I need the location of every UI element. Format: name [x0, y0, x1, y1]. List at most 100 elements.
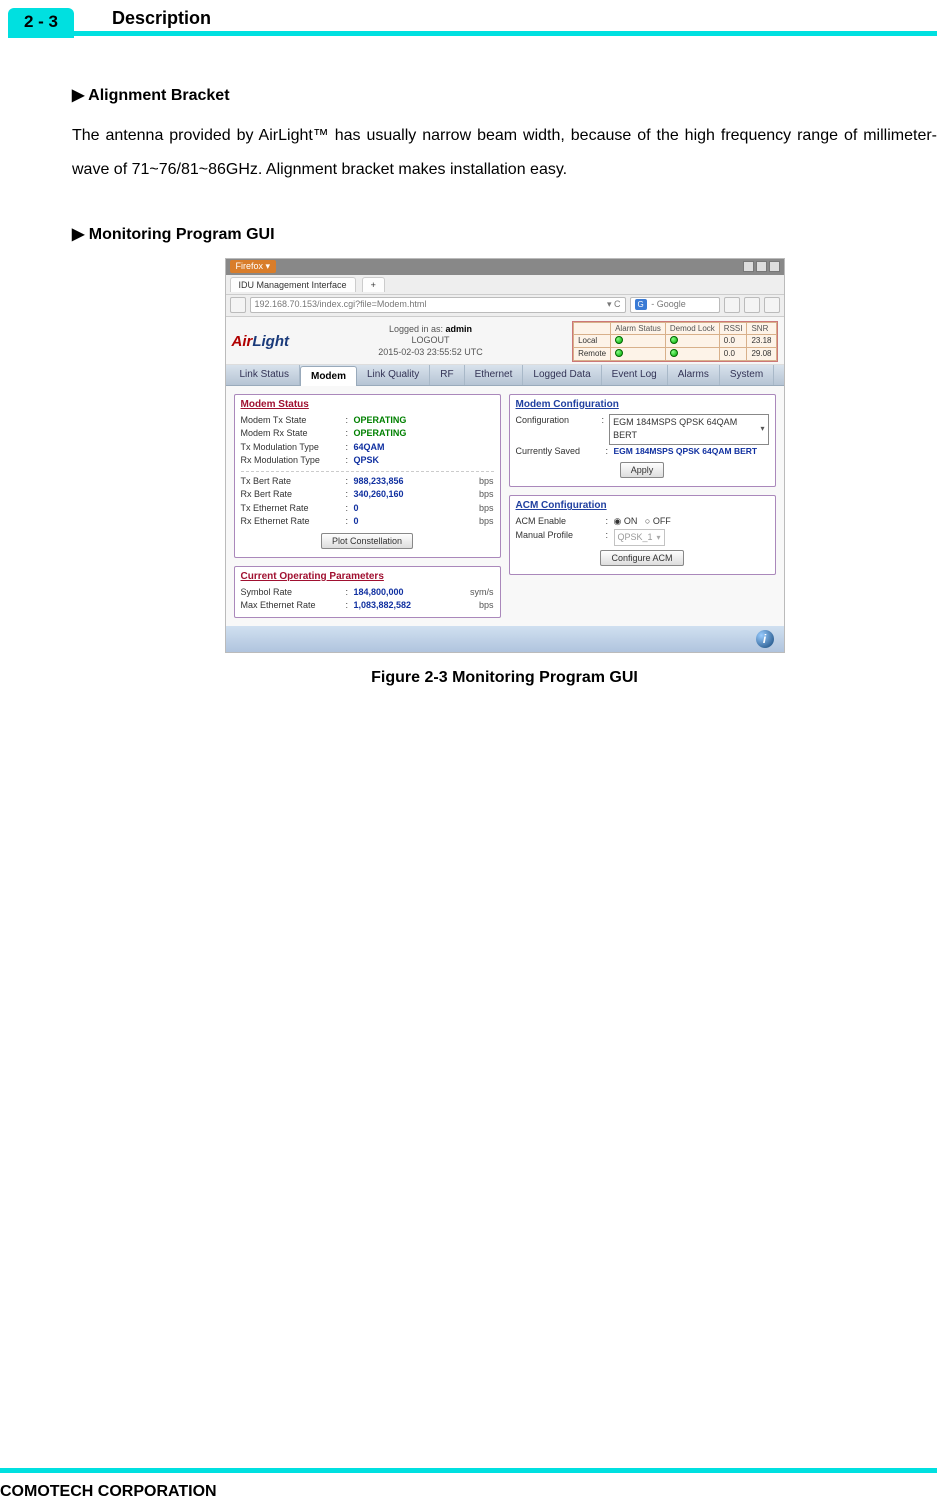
kv-val: OPERATING	[354, 414, 494, 428]
bottom-rule	[0, 1468, 937, 1473]
modem-config-title: Modem Configuration	[516, 399, 769, 410]
current-params-title: Current Operating Parameters	[241, 571, 494, 582]
kv-val: 0	[354, 515, 475, 529]
page-content: ▶ Alignment Bracket The antenna provided…	[72, 85, 937, 687]
kv-key: Rx Bert Rate	[241, 488, 346, 502]
status-hdr-rssi: RSSI	[719, 322, 747, 334]
logo-air: Air	[232, 333, 253, 350]
panels-row: Modem Status Modem Tx State:OPERATING Mo…	[226, 386, 784, 626]
plot-constellation-button[interactable]: Plot Constellation	[321, 533, 413, 549]
status-remote-rssi: 0.0	[719, 347, 747, 360]
kv-key: Tx Bert Rate	[241, 475, 346, 489]
status-remote-snr: 29.08	[747, 347, 776, 360]
status-hdr-blank	[574, 322, 611, 334]
kv-key: Symbol Rate	[241, 586, 346, 600]
profile-select[interactable]: QPSK_1	[614, 529, 665, 547]
kv-unit: bps	[479, 475, 494, 489]
kv-key: Rx Ethernet Rate	[241, 515, 346, 529]
login-info: Logged in as: admin LOGOUT 2015-02-03 23…	[297, 324, 564, 359]
status-dot-icon	[615, 349, 623, 357]
browser-tab[interactable]: IDU Management Interface	[230, 277, 356, 292]
gui-screenshot: Firefox ▾ IDU Management Interface + 192…	[225, 258, 785, 653]
download-icon[interactable]	[724, 297, 740, 313]
tab-modem[interactable]: Modem	[300, 366, 357, 386]
tab-event-log[interactable]: Event Log	[602, 365, 668, 385]
acm-config-title: ACM Configuration	[516, 500, 769, 511]
kv-val: OPERATING	[354, 427, 494, 441]
window-close-icon[interactable]	[769, 261, 780, 272]
modem-status-title: Modem Status	[241, 399, 494, 410]
nav-tabs: Link Status Modem Link Quality RF Ethern…	[226, 365, 784, 386]
kv-val: 988,233,856	[354, 475, 475, 489]
url-bar: 192.168.70.153/index.cgi?file=Modem.html…	[226, 295, 784, 317]
search-placeholder: - Google	[649, 299, 686, 309]
alignment-paragraph: The antenna provided by AirLight™ has us…	[72, 119, 937, 188]
logged-in-label: Logged in as:	[389, 324, 446, 334]
kv-key: Modem Tx State	[241, 414, 346, 428]
status-remote-label: Remote	[574, 347, 611, 360]
tab-ethernet[interactable]: Ethernet	[465, 365, 524, 385]
config-select[interactable]: EGM 184MSPS QPSK 64QAM BERT	[609, 414, 768, 445]
status-dot-icon	[615, 336, 623, 344]
kv-val: 184,800,000	[354, 586, 467, 600]
google-icon: G	[635, 299, 647, 310]
acm-off-radio[interactable]: ○ OFF	[645, 516, 671, 526]
status-local-snr: 23.18	[747, 334, 776, 347]
modem-config-panel: Modem Configuration Configuration: EGM 1…	[509, 394, 776, 488]
kv-key: Rx Modulation Type	[241, 454, 346, 468]
status-dot-icon	[670, 336, 678, 344]
saved-value: EGM 184MSPS QPSK 64QAM BERT	[614, 445, 769, 459]
kv-val: 64QAM	[354, 441, 494, 455]
app-header: AirLight Logged in as: admin LOGOUT 2015…	[226, 317, 784, 365]
browser-tabbar: IDU Management Interface +	[226, 275, 784, 295]
configure-acm-button[interactable]: Configure ACM	[600, 550, 683, 566]
bookmark-icon[interactable]	[764, 297, 780, 313]
figure-caption: Figure 2-3 Monitoring Program GUI	[72, 669, 937, 687]
kv-key: Tx Modulation Type	[241, 441, 346, 455]
status-local-rssi: 0.0	[719, 334, 747, 347]
status-box: Alarm Status Demod Lock RSSI SNR Local 0…	[572, 321, 777, 362]
kv-key: Tx Ethernet Rate	[241, 502, 346, 516]
figure-wrapper: Firefox ▾ IDU Management Interface + 192…	[72, 258, 937, 687]
window-maximize-icon[interactable]	[756, 261, 767, 272]
back-button[interactable]	[230, 297, 246, 313]
tab-link-quality[interactable]: Link Quality	[357, 365, 430, 385]
apply-button[interactable]: Apply	[620, 462, 665, 478]
kv-unit: bps	[479, 599, 494, 613]
status-dot-icon	[670, 349, 678, 357]
current-params-panel: Current Operating Parameters Symbol Rate…	[234, 566, 501, 618]
kv-unit: bps	[479, 488, 494, 502]
alignment-heading: ▶ Alignment Bracket	[72, 85, 937, 105]
acm-enable-label: ACM Enable	[516, 515, 606, 529]
tab-alarms[interactable]: Alarms	[668, 365, 720, 385]
acm-on-radio[interactable]: ◉ ON	[614, 516, 638, 526]
acm-config-panel: ACM Configuration ACM Enable: ◉ ON ○ OFF…	[509, 495, 776, 575]
firefox-menu-button[interactable]: Firefox ▾	[230, 260, 277, 273]
logged-in-user: admin	[446, 324, 473, 334]
kv-val: 0	[354, 502, 475, 516]
info-icon[interactable]: i	[756, 630, 774, 648]
config-label: Configuration	[516, 414, 602, 445]
gui-footer: i	[226, 626, 784, 652]
url-suffix: ▾ C	[607, 299, 621, 310]
logo-light: Light	[252, 333, 289, 350]
new-tab-button[interactable]: +	[362, 277, 385, 292]
timestamp: 2015-02-03 23:55:52 UTC	[378, 347, 483, 357]
logout-link[interactable]: LOGOUT	[412, 335, 450, 345]
browser-titlebar: Firefox ▾	[226, 259, 784, 275]
tab-logged-data[interactable]: Logged Data	[523, 365, 601, 385]
tab-system[interactable]: System	[720, 365, 774, 385]
kv-val: 1,083,882,582	[354, 599, 475, 613]
kv-key: Modem Rx State	[241, 427, 346, 441]
kv-unit: bps	[479, 515, 494, 529]
search-input[interactable]: G - Google	[630, 297, 720, 313]
home-icon[interactable]	[744, 297, 760, 313]
monitoring-heading: ▶ Monitoring Program GUI	[72, 224, 937, 244]
url-text: 192.168.70.153/index.cgi?file=Modem.html	[255, 299, 427, 309]
kv-val: QPSK	[354, 454, 494, 468]
tab-link-status[interactable]: Link Status	[230, 365, 300, 385]
tab-rf[interactable]: RF	[430, 365, 464, 385]
status-local-label: Local	[574, 334, 611, 347]
window-minimize-icon[interactable]	[743, 261, 754, 272]
url-input[interactable]: 192.168.70.153/index.cgi?file=Modem.html…	[250, 297, 626, 313]
